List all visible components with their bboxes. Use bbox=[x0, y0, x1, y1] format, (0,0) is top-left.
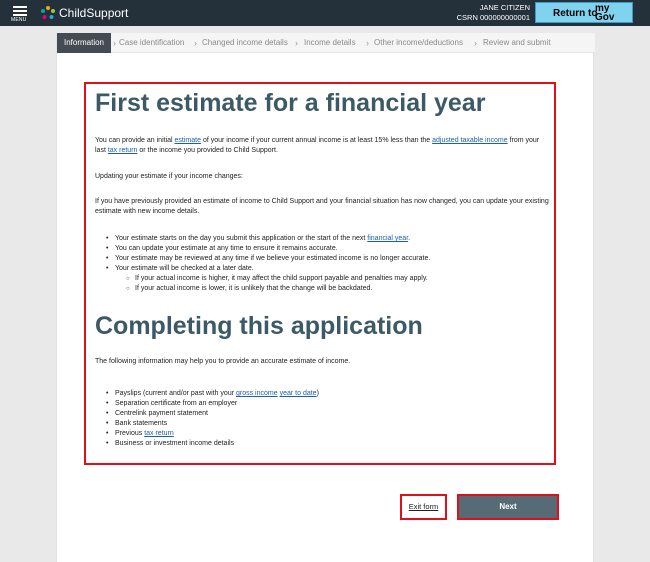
intro-text: You can provide an initial bbox=[95, 137, 175, 144]
estimate-link[interactable]: estimate bbox=[175, 137, 201, 144]
previous-tax-return-link[interactable]: tax return bbox=[144, 430, 174, 437]
list-item: Bank statements bbox=[106, 419, 319, 429]
user-csrn: CSRN 000000000001 bbox=[456, 13, 530, 22]
hamburger-icon-line bbox=[13, 14, 27, 16]
tax-return-link[interactable]: tax return bbox=[108, 147, 138, 154]
exit-form-label: Exit form bbox=[408, 502, 439, 511]
year-to-date-link[interactable]: year to date bbox=[280, 390, 317, 397]
list-item: You can update your estimate at any time… bbox=[106, 244, 430, 254]
list-subitem: If your actual income is lower, it is un… bbox=[106, 284, 430, 294]
completing-paragraph: The following information may help you t… bbox=[95, 358, 351, 365]
gross-income-link[interactable]: gross income bbox=[236, 390, 278, 397]
form-card: Information › Case identification › Chan… bbox=[56, 33, 595, 562]
chevron-right-icon: › bbox=[113, 38, 116, 48]
updating-estimate-heading: Updating your estimate if your income ch… bbox=[95, 173, 243, 180]
updating-estimate-paragraph: If you have previously provided an estim… bbox=[95, 198, 549, 215]
chevron-right-icon: › bbox=[366, 38, 369, 48]
step-information[interactable]: Information bbox=[57, 33, 111, 53]
exit-form-button[interactable]: Exit form bbox=[400, 494, 447, 520]
list-item: Business or investment income details bbox=[106, 439, 319, 449]
section-heading-first-estimate: First estimate for a financial year bbox=[95, 89, 486, 117]
progress-steps: Information › Case identification › Chan… bbox=[57, 33, 595, 53]
information-content: First estimate for a financial year You … bbox=[84, 82, 556, 465]
hamburger-icon bbox=[13, 6, 27, 8]
chevron-right-icon: › bbox=[295, 38, 298, 48]
list-item: Previous tax return bbox=[106, 429, 319, 439]
step-changed-income-details[interactable]: Changed income details bbox=[202, 33, 288, 53]
intro-text: of your income if your current annual in… bbox=[201, 137, 433, 144]
top-bar: MENU ChildSupport JANE CITIZEN CSRN 0000… bbox=[0, 0, 650, 26]
list-item: Your estimate starts on the day you subm… bbox=[106, 234, 430, 244]
section-heading-completing: Completing this application bbox=[95, 312, 423, 340]
intro-text: or the income you provided to Child Supp… bbox=[137, 147, 278, 154]
documents-list: Payslips (current and/or past with your … bbox=[106, 389, 319, 449]
estimate-rules-list: Your estimate starts on the day you subm… bbox=[106, 234, 430, 294]
user-name: JANE CITIZEN bbox=[479, 3, 530, 12]
menu-button[interactable]: MENU bbox=[11, 4, 31, 24]
mygov-logo-bottom: Gov bbox=[595, 12, 615, 23]
adjusted-taxable-income-link[interactable]: adjusted taxable income bbox=[432, 137, 508, 144]
next-button[interactable]: Next bbox=[457, 494, 559, 520]
list-item: Your estimate will be checked at a later… bbox=[106, 264, 430, 274]
list-item: Your estimate may be reviewed at any tim… bbox=[106, 254, 430, 264]
user-info: JANE CITIZEN CSRN 000000000001 bbox=[457, 3, 530, 23]
list-item: Centrelink payment statement bbox=[106, 409, 319, 419]
step-case-identification[interactable]: Case identification bbox=[119, 33, 184, 53]
list-item: Payslips (current and/or past with your … bbox=[106, 389, 319, 399]
intro-paragraph: You can provide an initial estimate of y… bbox=[95, 136, 550, 156]
hamburger-icon-line bbox=[13, 10, 27, 12]
step-income-details[interactable]: Income details bbox=[304, 33, 356, 53]
menu-label: MENU bbox=[11, 17, 27, 23]
list-item-text: . bbox=[408, 235, 411, 242]
list-item-text: Payslips (current and/or past with your bbox=[115, 390, 236, 397]
list-subitem: If your actual income is higher, it may … bbox=[106, 274, 430, 284]
list-item-text: Previous bbox=[115, 430, 145, 437]
step-other-income-deductions[interactable]: Other income/deductions bbox=[374, 33, 463, 53]
financial-year-link[interactable]: financial year bbox=[367, 235, 408, 242]
list-item-text: Your estimate starts on the day you subm… bbox=[115, 235, 368, 242]
brand-name: ChildSupport bbox=[59, 6, 129, 20]
list-item-text: ) bbox=[316, 390, 319, 397]
chevron-right-icon: › bbox=[474, 38, 477, 48]
mygov-logo: my Gov bbox=[595, 4, 615, 23]
childsupport-logo-icon bbox=[41, 6, 55, 19]
return-label: Return to bbox=[553, 8, 598, 19]
list-item: Separation certificate from an employer bbox=[106, 399, 319, 409]
return-to-mygov-button[interactable]: Return to my Gov bbox=[535, 2, 633, 23]
step-review-and-submit[interactable]: Review and submit bbox=[483, 33, 551, 53]
chevron-right-icon: › bbox=[194, 38, 197, 48]
